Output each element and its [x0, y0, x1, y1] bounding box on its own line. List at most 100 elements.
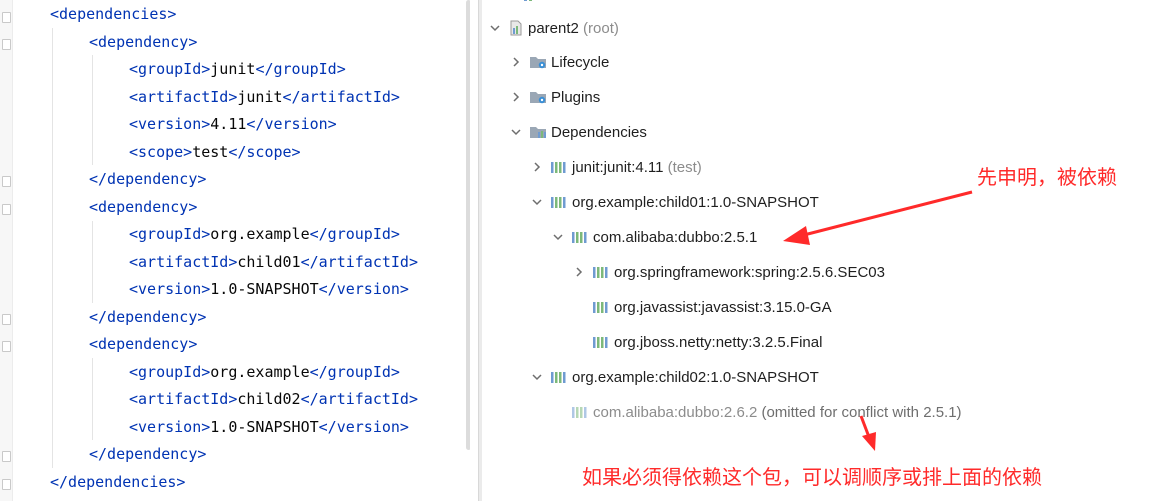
chevron-down-icon[interactable] — [509, 125, 523, 139]
code-line[interactable]: <artifactId>child01</artifactId> — [129, 249, 418, 276]
code-line[interactable]: <groupId>junit</groupId> — [129, 56, 346, 83]
xml-open-tag: <artifactId> — [129, 87, 238, 106]
chevron-right-icon[interactable] — [572, 265, 586, 279]
xml-value: 1.0-SNAPSHOT — [210, 417, 319, 436]
xml-value: junit — [237, 87, 283, 106]
xml-value: child01 — [237, 252, 301, 271]
tree-node-plugins[interactable]: Plugins — [509, 82, 600, 112]
code-line[interactable]: <version>4.11</version> — [129, 111, 337, 138]
code-line[interactable]: </dependency> — [89, 166, 206, 193]
tree-node-netty[interactable]: org.jboss.netty:netty:3.2.5.Final — [592, 327, 822, 357]
maven-module-icon — [508, 20, 524, 36]
root-suffix: (root) — [583, 19, 619, 37]
tree-node-child02[interactable]: org.example:child02:1.0-SNAPSHOT — [530, 362, 819, 392]
xml-close-tag: </groupId> — [309, 362, 400, 381]
library-icon — [592, 264, 610, 280]
xml-open-tag: <artifactId> — [129, 390, 238, 408]
dubbo-251-label: com.alibaba:dubbo:2.5.1 — [593, 228, 758, 246]
xml-open-tag: <groupId> — [129, 225, 211, 243]
library-icon — [592, 299, 610, 315]
fold-marker[interactable] — [2, 39, 11, 50]
indent-guide — [92, 221, 93, 303]
library-icon — [550, 194, 568, 210]
code-line[interactable]: <artifactId>child02</artifactId> — [129, 386, 418, 413]
tree-node-dubbo-251[interactable]: com.alibaba:dubbo:2.5.1 — [551, 222, 757, 252]
chevron-down-icon[interactable] — [551, 230, 565, 244]
dependencies-label: Dependencies — [551, 123, 647, 141]
junit-label: junit:junit:4.11 — [572, 158, 664, 176]
code-line[interactable]: <dependencies> — [50, 1, 176, 28]
xml-close-tag: </artifactId> — [300, 390, 418, 408]
xml-close-tag: </version> — [318, 417, 409, 436]
code-line[interactable]: <groupId>org.example</groupId> — [129, 221, 400, 248]
code-line[interactable]: </dependency> — [89, 441, 206, 468]
code-line[interactable]: <dependency> — [89, 194, 197, 221]
annotation-first-declared: 先申明，被依赖 — [977, 165, 1117, 189]
fold-marker[interactable] — [2, 12, 11, 23]
xml-value: 1.0-SNAPSHOT — [210, 280, 319, 298]
tree-node-spring[interactable]: org.springframework:spring:2.5.6.SEC03 — [572, 257, 885, 287]
pom-editor[interactable]: <dependencies> <dependency> <groupId>junit… — [0, 0, 470, 501]
chevron-right-icon[interactable] — [530, 160, 544, 174]
xml-open-tag: <version> — [129, 417, 211, 436]
xml-value: 4.11 — [210, 115, 247, 133]
indent-guide — [92, 55, 93, 165]
plugins-label: Plugins — [551, 88, 601, 106]
code-line[interactable]: </dependency> — [89, 304, 206, 331]
chevron-down-icon[interactable] — [530, 195, 544, 209]
chevron-right-icon[interactable] — [509, 90, 523, 104]
chevron-down-icon[interactable] — [530, 370, 544, 384]
xml-close-tag: </groupId> — [309, 225, 400, 243]
xml-open-tag: <dependency> — [89, 197, 198, 216]
tree-node-lifecycle[interactable]: Lifecycle — [509, 47, 609, 77]
xml-open-tag: <dependency> — [89, 335, 198, 353]
editor-gutter — [0, 0, 13, 501]
tree-node-dubbo-262[interactable]: com.alibaba:dubbo:2.6.2 (omitted for con… — [571, 397, 962, 427]
fold-marker[interactable] — [2, 479, 11, 490]
xml-open-tag: <groupId> — [129, 362, 211, 381]
netty-label: org.jboss.netty:netty:3.2.5.Final — [614, 333, 823, 351]
code-line[interactable]: </dependencies> — [50, 469, 185, 496]
dubbo-262-note: (omitted for conflict with 2.5.1) — [761, 403, 962, 421]
chevron-down-icon[interactable] — [488, 21, 502, 35]
code-line[interactable]: <scope>test</scope> — [129, 139, 301, 166]
code-line[interactable]: <version>1.0-SNAPSHOT</version> — [129, 276, 409, 303]
xml-open-tag: <groupId> — [129, 60, 211, 78]
code-line[interactable]: <dependency> — [89, 29, 197, 56]
tree-node-javassist[interactable]: org.javassist:javassist:3.15.0-GA — [592, 292, 832, 322]
xml-open-tag: </dependency> — [89, 307, 207, 326]
javassist-label: org.javassist:javassist:3.15.0-GA — [614, 298, 832, 316]
tree-node-dependencies[interactable]: Dependencies — [509, 117, 647, 147]
xml-close-tag: </groupId> — [255, 60, 346, 78]
xml-close-tag: </artifactId> — [300, 252, 418, 271]
code-line[interactable]: <version>1.0-SNAPSHOT</version> — [129, 414, 409, 441]
xml-value: child02 — [237, 390, 301, 408]
editor-scrollbar[interactable] — [466, 0, 470, 450]
xml-close-tag: </version> — [318, 280, 409, 298]
tree-node-junit[interactable]: junit:junit:4.11 (test) — [530, 152, 702, 182]
xml-open-tag: </dependency> — [89, 445, 207, 463]
xml-value: test — [192, 142, 229, 161]
fold-marker[interactable] — [2, 314, 11, 325]
tree-node-child01[interactable]: org.example:child01:1.0-SNAPSHOT — [530, 187, 819, 217]
library-icon — [592, 334, 610, 350]
code-line[interactable]: <groupId>org.example</groupId> — [129, 359, 400, 386]
folder-library-icon — [529, 124, 547, 140]
code-line[interactable]: <artifactId>junit</artifactId> — [129, 84, 400, 111]
fold-marker[interactable] — [2, 341, 11, 352]
fold-marker[interactable] — [2, 204, 11, 215]
chevron-right-icon[interactable] — [509, 55, 523, 69]
xml-open-tag: <dependencies> — [50, 5, 177, 23]
library-icon — [571, 229, 589, 245]
code-line[interactable]: <dependency> — [89, 331, 197, 358]
xml-value: org.example — [210, 362, 310, 381]
root-label: parent2 — [528, 19, 579, 37]
previous-row-icon — [522, 0, 536, 4]
xml-open-tag: <scope> — [129, 142, 193, 161]
library-icon — [550, 159, 568, 175]
xml-open-tag: </dependency> — [89, 170, 207, 188]
fold-marker[interactable] — [2, 451, 11, 462]
fold-marker[interactable] — [2, 176, 11, 187]
xml-open-tag: <dependency> — [89, 32, 198, 51]
tree-node-root[interactable]: parent2 (root) — [488, 13, 619, 43]
